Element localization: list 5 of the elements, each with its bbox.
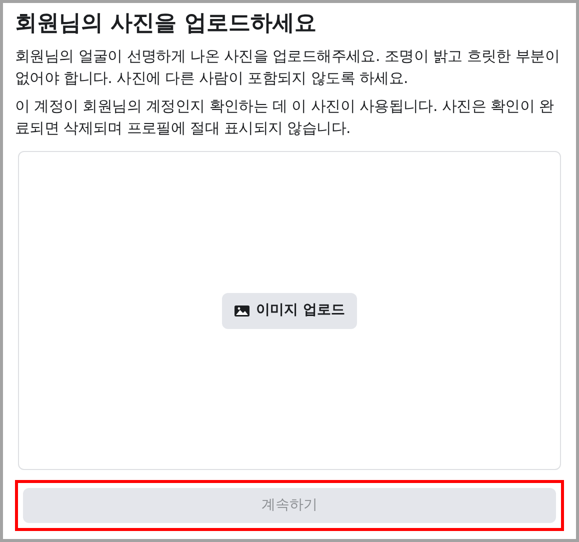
description-text: 이 계정이 회원님의 계정인지 확인하는 데 이 사진이 사용됩니다. 사진은 확인이 완료되면 삭제되며 프로필에 절대 표시되지 않습니다. [15, 96, 555, 139]
page-title: 회원님의 사진을 업로드하세요 [15, 10, 318, 38]
image-icon [234, 304, 250, 316]
description-text: 회원님의 얼굴이 선명하게 나온 사진을 업로드해주세요. 조명이 밝고 흐릿한 부분이 없어야 합니다. 사진에 다른 사람이 포함되지 않도록 하세요. [15, 46, 560, 89]
upload-image-button[interactable]: 이미지 업로드 [222, 292, 357, 328]
